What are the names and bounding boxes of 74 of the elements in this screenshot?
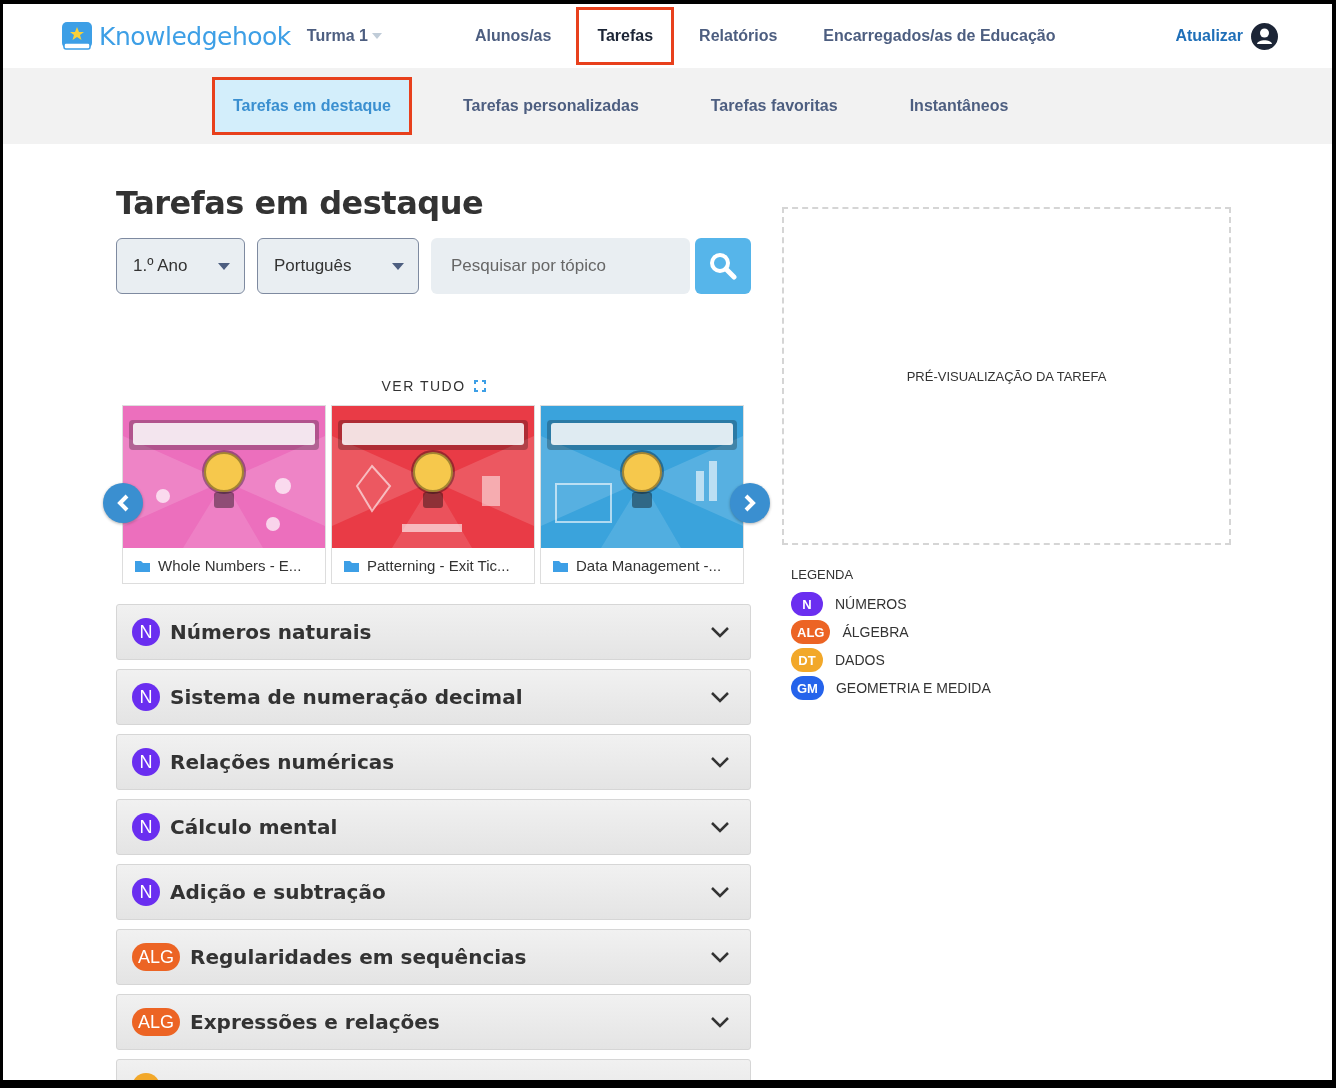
nav-tab[interactable]: Alunos/as bbox=[453, 7, 573, 65]
topic-badge: N bbox=[132, 813, 160, 841]
folder-icon bbox=[135, 559, 150, 572]
subject-dropdown[interactable]: Português bbox=[257, 238, 419, 294]
topic-title: Adição e subtração bbox=[170, 880, 387, 904]
topic-row[interactable]: ALG Regularidades em sequências bbox=[116, 929, 751, 985]
topic-row[interactable]: N Números naturais bbox=[116, 604, 751, 660]
legend-badge: GM bbox=[791, 676, 824, 700]
legend-label: GEOMETRIA E MEDIDA bbox=[835, 680, 991, 696]
chevron-down-icon bbox=[710, 1016, 730, 1028]
expand-icon bbox=[473, 380, 486, 392]
topic-title: Relações numéricas bbox=[170, 750, 396, 774]
card-title: Data Management -... bbox=[576, 557, 722, 574]
topic-badge: N bbox=[132, 618, 160, 646]
legend-badge: N bbox=[791, 592, 823, 616]
card-title: Patterning - Exit Tic... bbox=[367, 557, 510, 574]
legend-badge: ALG bbox=[791, 620, 831, 644]
topic-row[interactable]: ALG Expressões e relações bbox=[116, 994, 751, 1050]
chevron-down-icon bbox=[710, 951, 730, 963]
search-field[interactable]: Pesquisar por tópico bbox=[431, 238, 690, 294]
topic-badge: N bbox=[132, 683, 160, 711]
legend-badge: DT bbox=[791, 648, 823, 672]
chevron-left-icon bbox=[117, 494, 129, 512]
topic-row[interactable]: N Sistema de numeração decimal bbox=[116, 669, 751, 725]
book-icon bbox=[61, 21, 93, 51]
page-title: Tarefas em destaque bbox=[116, 184, 485, 222]
task-card[interactable]: Data Management -... bbox=[540, 405, 744, 584]
nav-tab[interactable]: Tarefas bbox=[576, 7, 675, 65]
nav-tab[interactable]: Encarregados/as de Educação bbox=[802, 7, 1077, 65]
caret-icon bbox=[218, 262, 230, 270]
topic-title: Regularidades em sequências bbox=[190, 945, 528, 969]
topic-title: Expressões e relações bbox=[190, 1010, 441, 1034]
topic-badge: ALG bbox=[132, 1008, 181, 1036]
chevron-down-icon bbox=[710, 691, 730, 703]
chevron-down-icon bbox=[710, 821, 730, 833]
topic-badge: ALG bbox=[132, 943, 181, 971]
class-selector[interactable]: Turma 1 bbox=[306, 27, 382, 45]
legend-label: NÚMEROS bbox=[835, 596, 907, 612]
task-card[interactable]: Whole Numbers - E... bbox=[122, 405, 326, 584]
preview-label: PRÉ-VISUALIZAÇÃO DA TAREFA bbox=[906, 368, 1107, 384]
topic-row[interactable]: N Adição e subtração bbox=[116, 864, 751, 920]
next-button[interactable] bbox=[730, 483, 770, 523]
topic-badge: N bbox=[132, 748, 160, 776]
sub-tab[interactable]: Tarefas personalizadas bbox=[442, 77, 660, 135]
caret-icon bbox=[371, 33, 382, 39]
sub-tab[interactable]: Tarefas favoritas bbox=[689, 77, 859, 135]
folder-icon bbox=[553, 559, 568, 572]
legend-title: LEGENDA bbox=[791, 567, 855, 582]
search-icon bbox=[709, 252, 737, 280]
task-card[interactable]: Patterning - Exit Tic... bbox=[331, 405, 535, 584]
topic-row[interactable]: N Cálculo mental bbox=[116, 799, 751, 855]
topic-title: Sistema de numeração decimal bbox=[170, 685, 524, 709]
chevron-down-icon bbox=[710, 756, 730, 768]
search-button[interactable] bbox=[695, 238, 751, 294]
update-link[interactable]: Atualizar bbox=[1175, 27, 1243, 45]
card-title: Whole Numbers - E... bbox=[158, 557, 302, 574]
legend-label: DADOS bbox=[835, 652, 885, 668]
topic-title: Cálculo mental bbox=[170, 815, 339, 839]
folder-icon bbox=[344, 559, 359, 572]
see-all-label[interactable]: VER TUDO bbox=[381, 378, 466, 394]
caret-icon bbox=[392, 262, 404, 270]
previous-button[interactable] bbox=[103, 483, 143, 523]
topic-row[interactable]: N Relações numéricas bbox=[116, 734, 751, 790]
topic-title: Números naturais bbox=[170, 620, 373, 644]
topic-badge: N bbox=[132, 878, 160, 906]
nav-tab[interactable]: Relatórios bbox=[678, 7, 799, 65]
legend-label: ÁLGEBRA bbox=[842, 624, 909, 640]
chevron-right-icon bbox=[744, 494, 756, 512]
sub-tab[interactable]: Instantâneos bbox=[888, 77, 1030, 135]
chevron-down-icon bbox=[710, 886, 730, 898]
see-all-link[interactable]: VER TUDO bbox=[381, 378, 486, 394]
grade-dropdown[interactable]: 1.º Ano bbox=[116, 238, 245, 294]
user-avatar-icon[interactable] bbox=[1251, 22, 1278, 50]
chevron-down-icon bbox=[710, 626, 730, 638]
